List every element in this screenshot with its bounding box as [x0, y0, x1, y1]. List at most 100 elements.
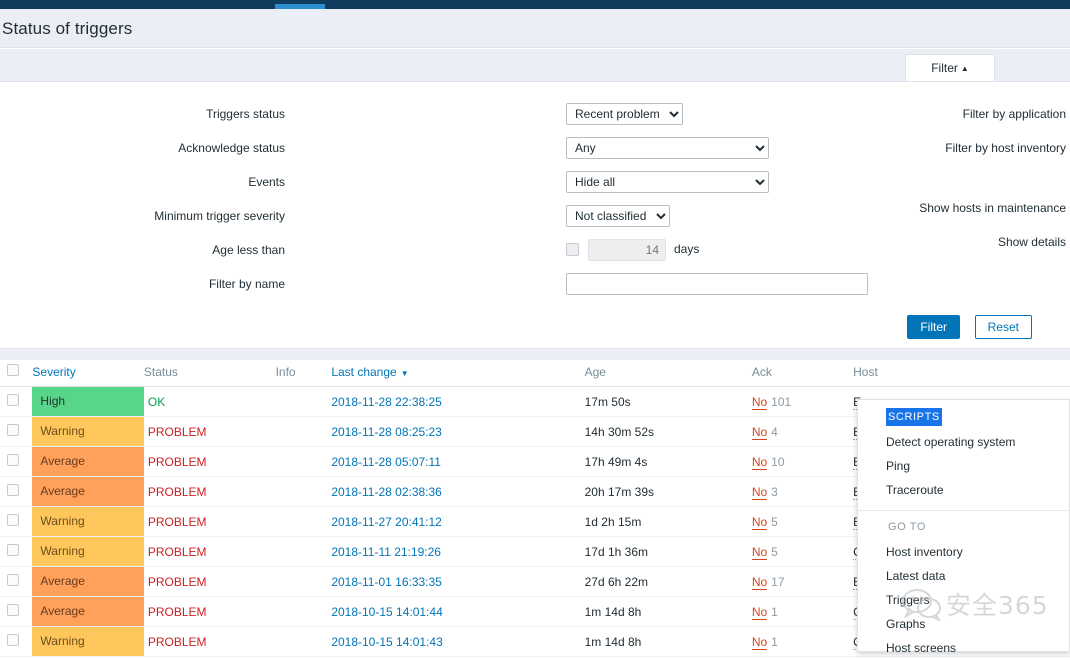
ack-link[interactable]: No	[751, 604, 768, 620]
context-menu-item-triggers[interactable]: Triggers	[858, 588, 1069, 612]
filter-by-host-inventory-link[interactable]: Filter by host inventory	[945, 141, 1066, 155]
severity-badge: Average	[32, 597, 144, 626]
age-enable-checkbox[interactable]	[566, 243, 579, 256]
triggers-status-control: Recent problem	[566, 103, 683, 125]
row-last-change-cell: 2018-11-28 22:38:25	[331, 386, 585, 417]
ack-link[interactable]: No	[751, 634, 768, 650]
ack-count: 1	[771, 634, 778, 649]
filter-row-age: Age less than days	[0, 239, 790, 273]
age-days-input[interactable]	[588, 239, 666, 261]
filter-reset-button[interactable]: Reset	[974, 315, 1032, 339]
ack-link[interactable]: No	[751, 484, 768, 500]
select-all-checkbox[interactable]	[7, 364, 19, 376]
age-text: 1m 14d 8h	[584, 634, 642, 649]
last-change-link[interactable]: 2018-10-15 14:01:43	[331, 635, 442, 649]
context-menu-item-latest-data[interactable]: Latest data	[858, 564, 1069, 588]
events-select[interactable]: Hide all	[566, 171, 769, 193]
show-details-link[interactable]: Show details	[998, 235, 1066, 249]
row-severity-cell: High	[32, 386, 144, 417]
filter-by-name-input[interactable]	[566, 273, 868, 295]
row-ack-cell: No 5	[751, 536, 854, 567]
ack-link[interactable]: No	[751, 574, 768, 590]
row-select-checkbox[interactable]	[7, 574, 19, 586]
row-select-checkbox[interactable]	[7, 394, 19, 406]
column-header-host: Host	[853, 360, 1070, 387]
row-status-cell: PROBLEM	[143, 626, 276, 657]
last-change-link[interactable]: 2018-11-01 16:33:35	[331, 575, 442, 589]
age-text: 1m 14d 8h	[584, 604, 642, 619]
filter-row-acknowledge-status: Acknowledge status Any	[0, 137, 790, 171]
row-select-checkbox[interactable]	[7, 454, 19, 466]
filter-by-application-link[interactable]: Filter by application	[963, 107, 1066, 121]
table-header: Severity Status Info Last change ▼ Age Ac…	[0, 360, 1070, 387]
row-select-checkbox[interactable]	[7, 544, 19, 556]
sort-descending-icon: ▼	[400, 368, 409, 378]
row-select-cell	[0, 446, 33, 477]
row-select-cell	[0, 626, 33, 657]
ack-count: 4	[771, 424, 778, 439]
row-select-checkbox[interactable]	[7, 514, 19, 526]
last-change-link[interactable]: 2018-10-15 14:01:44	[331, 605, 442, 619]
column-header-last-change[interactable]: Last change ▼	[331, 360, 585, 387]
context-menu-goto-group: Host inventory Latest data Triggers Graphs H…	[858, 540, 1069, 660]
row-ack-cell: No 17	[751, 566, 854, 597]
ack-link[interactable]: No	[751, 454, 768, 470]
row-last-change-cell: 2018-11-28 02:38:36	[331, 476, 585, 507]
acknowledge-status-select[interactable]: Any	[566, 137, 769, 159]
filter-row-triggers-status: Triggers status Recent problem	[0, 103, 790, 137]
last-change-link[interactable]: 2018-11-28 08:25:23	[331, 425, 442, 439]
filter-apply-button[interactable]: Filter	[907, 315, 960, 339]
severity-badge: Warning	[32, 417, 144, 446]
triggers-status-select[interactable]: Recent problem	[566, 103, 683, 125]
row-ack-cell: No 101	[751, 386, 854, 417]
column-header-age: Age	[584, 360, 752, 387]
row-status-cell: PROBLEM	[143, 536, 276, 567]
age-text: 17m 50s	[584, 394, 631, 409]
events-label: Events	[248, 175, 285, 189]
context-menu-item-ping[interactable]: Ping	[858, 454, 1069, 478]
context-menu-item-host-inventory[interactable]: Host inventory	[858, 540, 1069, 564]
page-header: Status of triggers	[0, 9, 1070, 48]
status-text: PROBLEM	[147, 454, 207, 469]
minimum-severity-control: Not classified	[566, 205, 670, 227]
row-last-change-cell: 2018-11-01 16:33:35	[331, 566, 585, 597]
ack-link[interactable]: No	[751, 394, 768, 410]
context-menu-item-traceroute[interactable]: Traceroute	[858, 478, 1069, 502]
filter-by-name-control	[566, 273, 868, 295]
row-age-cell: 17d 1h 36m	[584, 536, 752, 567]
last-change-link[interactable]: 2018-11-28 05:07:11	[331, 455, 441, 469]
row-ack-cell: No 3	[751, 476, 854, 507]
row-select-checkbox[interactable]	[7, 604, 19, 616]
last-change-link[interactable]: 2018-11-27 20:41:12	[331, 515, 442, 529]
minimum-severity-select[interactable]: Not classified	[566, 205, 670, 227]
filter-tab[interactable]: Filter ▲	[905, 54, 995, 81]
column-header-severity[interactable]: Severity	[32, 360, 144, 387]
select-all-header	[0, 360, 33, 387]
row-select-cell	[0, 386, 33, 417]
row-status-cell: PROBLEM	[143, 476, 276, 507]
ack-link[interactable]: No	[751, 544, 768, 560]
context-menu-item-detect-operating-system[interactable]: Detect operating system	[858, 430, 1069, 454]
last-change-link[interactable]: 2018-11-28 02:38:36	[331, 485, 442, 499]
show-hosts-in-maintenance-link[interactable]: Show hosts in maintenance	[919, 201, 1066, 215]
row-info-cell	[275, 626, 332, 657]
row-select-checkbox[interactable]	[7, 484, 19, 496]
severity-badge: High	[32, 387, 144, 416]
row-ack-cell: No 5	[751, 506, 854, 537]
last-change-link[interactable]: 2018-11-11 21:19:26	[331, 545, 441, 559]
age-text: 1d 2h 15m	[584, 514, 642, 529]
row-select-checkbox[interactable]	[7, 634, 19, 646]
context-menu-item-graphs[interactable]: Graphs	[858, 612, 1069, 636]
age-less-than-label: Age less than	[212, 243, 285, 257]
filter-panel: Triggers status Recent problem Acknowled…	[0, 81, 1070, 349]
severity-badge: Average	[32, 447, 144, 476]
ack-link[interactable]: No	[751, 424, 768, 440]
last-change-link[interactable]: 2018-11-28 22:38:25	[331, 395, 442, 409]
context-menu-item-host-screens[interactable]: Host screens	[858, 636, 1069, 660]
row-select-checkbox[interactable]	[7, 424, 19, 436]
status-text: PROBLEM	[147, 484, 207, 499]
row-info-cell	[275, 506, 332, 537]
ack-link[interactable]: No	[751, 514, 768, 530]
status-text: PROBLEM	[147, 544, 207, 559]
row-severity-cell: Average	[32, 566, 144, 597]
